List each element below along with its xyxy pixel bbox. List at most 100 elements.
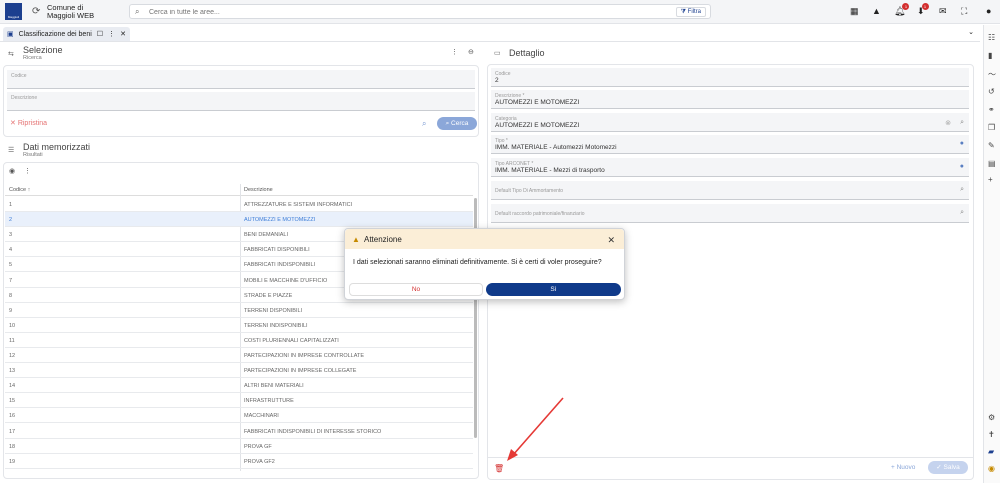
user-icon[interactable]: ● <box>986 6 991 16</box>
table-row[interactable]: 9 TERRENI DISPONIBILI <box>5 303 473 318</box>
table-row[interactable]: 1 ATTREZZATURE E SISTEMI INFORMATICI <box>5 197 473 212</box>
history-icon[interactable]: ↺ <box>988 87 995 96</box>
table-row[interactable]: 15 INFRASTRUTTURE <box>5 393 473 409</box>
pin-icon[interactable]: ☐ <box>97 30 103 38</box>
add-icon[interactable]: + <box>988 175 993 184</box>
global-search[interactable]: ⌕ ⧩ Filtra <box>129 4 711 19</box>
search-icon[interactable]: ⌕ <box>960 209 964 217</box>
more-icon[interactable]: ⋮ <box>451 48 458 56</box>
cell-codice: 12 <box>9 353 16 359</box>
list-icon[interactable]: ☷ <box>988 33 995 42</box>
cell-codice: 19 <box>9 458 16 465</box>
cerca-button[interactable]: ⌕ Cerca <box>437 117 477 130</box>
collapse-icon[interactable]: ⊖ <box>468 48 474 56</box>
download-icon[interactable]: ⬇ 1 <box>917 3 929 17</box>
salva-button[interactable]: ✓ Salva <box>928 461 968 474</box>
dropdown-icon[interactable]: ● <box>960 163 964 170</box>
confirm-dialog: ▲ Attenzione ✕ I dati selezionati sarann… <box>344 228 625 300</box>
org-name: Comune di Maggioli WEB <box>47 3 95 20</box>
col-descrizione[interactable]: Descrizione <box>244 187 273 193</box>
global-search-input[interactable] <box>149 7 609 17</box>
close-icon[interactable]: ✕ <box>607 235 615 246</box>
table-row[interactable]: 17 FABBRICATI INDISPONIBILI DI INTERESSE … <box>5 424 473 439</box>
edit-doc-icon[interactable]: ✎ <box>988 141 995 150</box>
fullscreen-icon[interactable]: ⛶ <box>961 6 967 17</box>
ammortamento-field[interactable]: Default Tipo Di Ammortamento ⌕ <box>491 181 969 200</box>
nuovo-button[interactable]: + Nuovo <box>891 464 915 471</box>
cerca-label: Cerca <box>451 120 469 127</box>
mail-icon[interactable]: ✉ <box>939 6 947 17</box>
raccordo-field[interactable]: Default raccordo patrimoniale/finanziari… <box>491 204 969 223</box>
search-icon: ⌕ <box>135 7 140 16</box>
dialog-header: ▲ Attenzione ✕ <box>345 229 624 249</box>
more-icon[interactable]: ⋮ <box>24 167 31 175</box>
warning-icon[interactable]: ▲ <box>872 6 881 16</box>
apps-grid-icon[interactable]: ▦ <box>850 6 859 17</box>
document-icon[interactable]: ▤ <box>988 159 996 168</box>
notifications-icon[interactable]: 🔔︎ 1 <box>894 3 910 17</box>
table-row[interactable]: 13 PARTECIPAZIONI IN IMPRESE COLLEGATE <box>5 363 473 379</box>
dialog-title: Attenzione <box>364 235 402 244</box>
settings-icon[interactable]: ⚙ <box>988 413 995 422</box>
close-tab-icon[interactable]: ✕ <box>120 30 126 38</box>
eye-icon[interactable]: ◉ <box>9 167 15 175</box>
table-row[interactable]: 18 PROVA GF <box>5 439 473 454</box>
link-icon[interactable]: ⚭ <box>988 105 995 114</box>
cell-descrizione: ATTREZZATURE E SISTEMI INFORMATICI <box>244 202 353 208</box>
search-icon[interactable]: ⌕ <box>422 119 426 129</box>
table-row[interactable]: 10 TERRENI INDISPONIBILI <box>5 318 473 333</box>
cell-descrizione: MACCHINARI <box>244 413 279 420</box>
tab-classificazione-beni[interactable]: ▣ Classificazione dei beni ☐ ⋮ ✕ <box>3 27 130 41</box>
cell-codice: 16 <box>9 413 16 420</box>
cell-descrizione: MOBILI E MACCHINE D'UFFICIO <box>244 277 328 284</box>
tab-label: Classificazione dei beni <box>18 30 92 38</box>
dialog-message: I dati selezionati saranno eliminati def… <box>353 259 602 266</box>
col-codice[interactable]: Codice ↑ <box>9 187 30 193</box>
cell-codice: 7 <box>9 277 13 284</box>
tab-bar: ▣ Classificazione dei beni ☐ ⋮ ✕ ⌄ <box>0 25 980 42</box>
table-row[interactable]: 2 AUTOMEZZI E MOTOMEZZI <box>5 212 473 228</box>
cell-descrizione: PROVA GF2 <box>244 458 275 465</box>
delete-icon[interactable]: 🗑︎ <box>494 464 504 473</box>
cell-descrizione: AUTOMEZZI E MOTOMEZZI <box>244 217 316 224</box>
search-card: Codice Descrizione ✕ Ripristina ⌕ ⌕ Cerc… <box>3 65 479 137</box>
no-button[interactable]: No <box>349 283 483 296</box>
sync-icon[interactable]: ⟳ <box>32 6 40 17</box>
table-row[interactable]: 11 COSTI PLURIENNALI CAPITALIZZATI <box>5 333 473 348</box>
cell-codice: 5 <box>9 262 13 269</box>
accessibility-icon[interactable]: ✝ <box>988 430 995 439</box>
selezione-title: Selezione <box>23 45 63 55</box>
categoria-field[interactable]: Categoria AUTOMEZZI E MOTOMEZZI ⊗ ⌕ <box>491 113 969 132</box>
table-row[interactable]: 16 MACCHINARI <box>5 408 473 424</box>
dettaglio-title: Dettaglio <box>509 48 545 58</box>
clear-icon[interactable]: ⊗ <box>945 119 951 127</box>
tab-app-icon: ▣ <box>7 31 14 38</box>
chevron-down-icon[interactable]: ⌄ <box>968 28 974 36</box>
descrizione-field[interactable]: Descrizione * AUTOMEZZI E MOTOMEZZI <box>491 90 969 109</box>
search-icon[interactable]: ⌕ <box>960 119 964 127</box>
codice-field[interactable]: Codice 2 <box>491 68 969 87</box>
book-icon[interactable]: ▮ <box>988 51 992 60</box>
codice-field[interactable]: Codice <box>7 70 475 89</box>
tipo-field[interactable]: Tipo * IMM. MATERIALE - Automezzi Motome… <box>491 135 969 154</box>
cell-codice: 10 <box>9 322 16 329</box>
dropdown-icon[interactable]: ● <box>960 140 964 147</box>
table-row[interactable]: 12 PARTECIPAZIONI IN IMPRESE CONTROLLATE <box>5 348 473 363</box>
more-icon[interactable]: ⋮ <box>108 30 115 38</box>
tipo-arconet-field[interactable]: Tipo ARCONET * IMM. MATERIALE - Mezzi di… <box>491 158 969 177</box>
table-row[interactable]: 14 ALTRI BENI MATERIALI <box>5 378 473 394</box>
copy-icon[interactable]: ❐ <box>988 123 995 132</box>
chat-icon[interactable]: ▰ <box>988 447 994 456</box>
descrizione-field[interactable]: Descrizione <box>7 92 475 111</box>
reset-button[interactable]: ✕ Ripristina <box>10 119 47 127</box>
trend-icon[interactable]: 〜 <box>988 69 996 80</box>
filter-button[interactable]: ⧩ Filtra <box>675 7 706 17</box>
tipo-arconet-value: IMM. MATERIALE - Mezzi di trasporto <box>495 167 605 174</box>
cell-descrizione: FABBRICATI INDISPONIBILI <box>244 262 316 269</box>
cell-descrizione: PROVA GF <box>244 443 272 450</box>
support-icon[interactable]: ◉ <box>988 464 995 473</box>
si-button[interactable]: Sì <box>486 283 621 296</box>
search-icon[interactable]: ⌕ <box>960 186 964 194</box>
table-row[interactable]: 19 PROVA GF2 <box>5 454 473 469</box>
cell-codice: 13 <box>9 368 16 375</box>
